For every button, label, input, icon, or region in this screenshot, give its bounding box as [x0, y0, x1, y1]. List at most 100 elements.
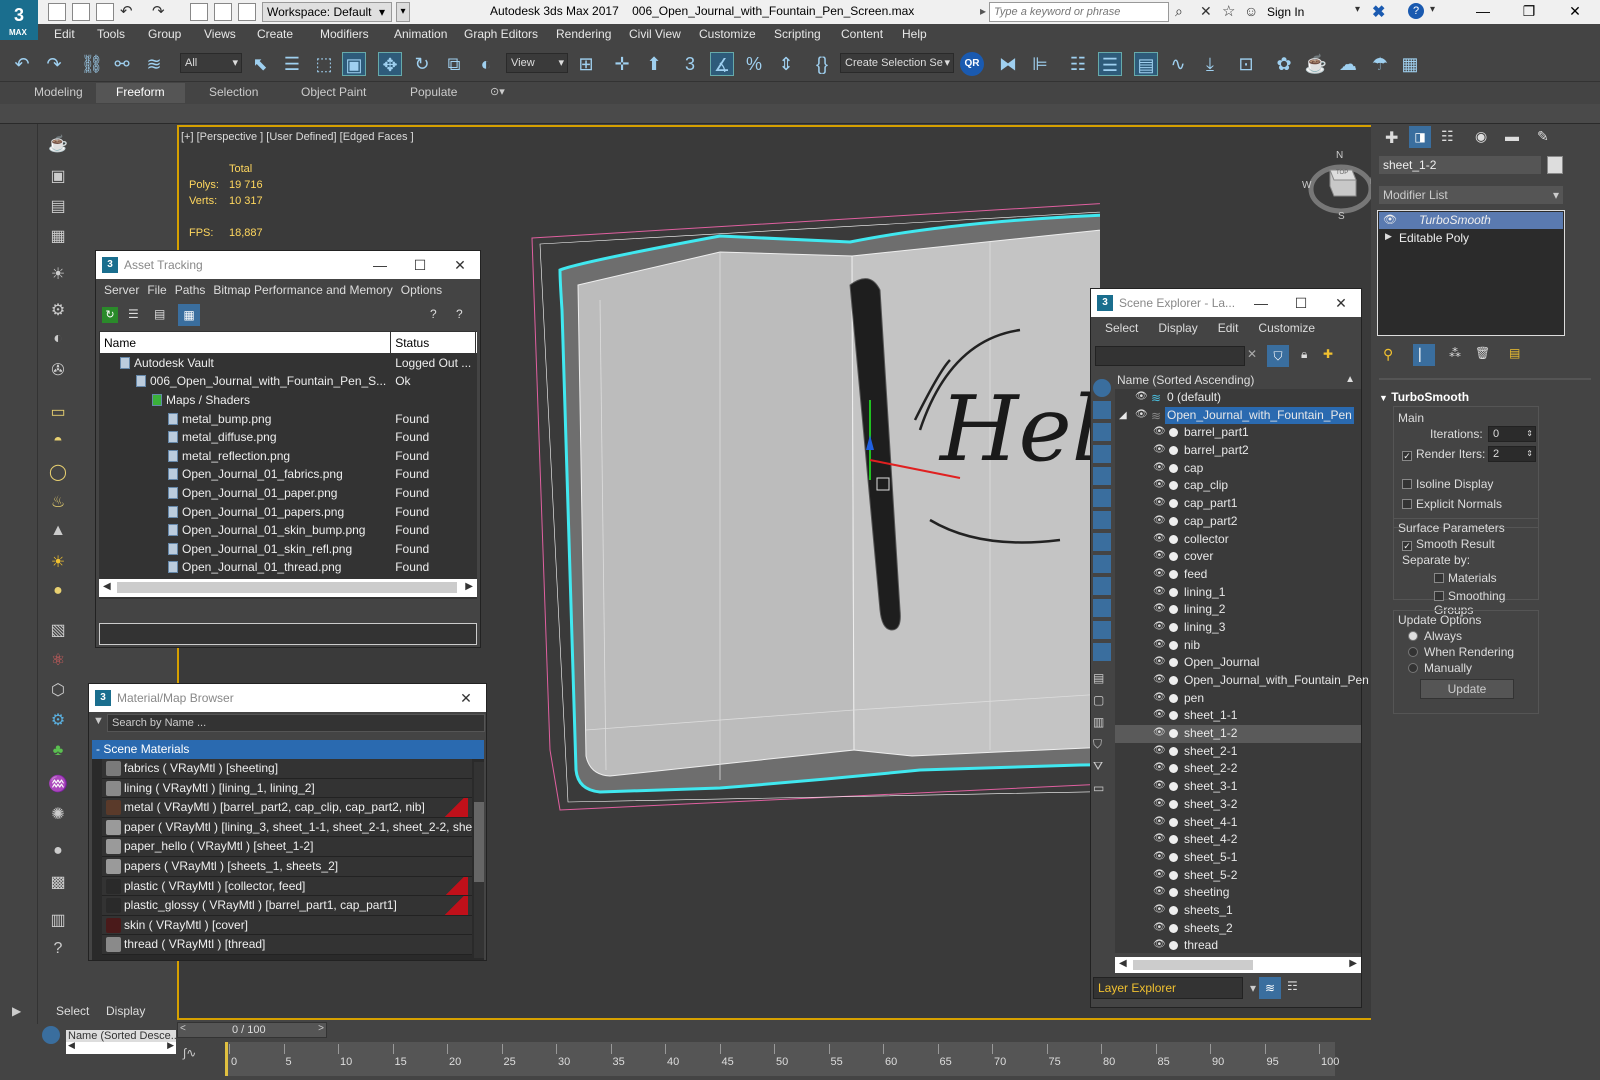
- scene-explorer-titlebar[interactable]: 3 Scene Explorer - La... — ☐ ✕: [1091, 289, 1361, 317]
- doc-icon[interactable]: ▥: [46, 910, 70, 932]
- scene-object-row[interactable]: 👁︎ sheet_4-2: [1115, 831, 1361, 849]
- curve-editor-icon[interactable]: ∫∿: [183, 1046, 196, 1060]
- snaps-toggle-icon[interactable]: 3: [678, 52, 702, 76]
- eye-icon[interactable]: 👁︎: [1153, 480, 1166, 490]
- layer-explorer-icon[interactable]: ☰: [1098, 52, 1122, 76]
- rect-selection-icon[interactable]: ⬚: [312, 52, 336, 76]
- menu-group[interactable]: Group: [148, 27, 181, 41]
- column-status[interactable]: Status: [390, 331, 477, 354]
- filter-toggle-icon[interactable]: ⛉: [1093, 737, 1111, 755]
- bottom-select-menu[interactable]: Select: [56, 1004, 89, 1018]
- quick-render-icon[interactable]: QR: [960, 52, 984, 76]
- create-tab-icon[interactable]: ✚: [1385, 128, 1398, 148]
- hair-icon[interactable]: ♒: [46, 774, 70, 796]
- table-row[interactable]: Open_Journal_01_thread.png Found: [99, 557, 477, 578]
- menu-help[interactable]: Help: [902, 27, 927, 41]
- explicit-normals-checkbox[interactable]: Explicit Normals: [1402, 497, 1502, 511]
- render-iters-checkbox[interactable]: ✓ Render Iters:: [1402, 447, 1485, 461]
- scene-object-row[interactable]: 👁︎ sheet_2-1: [1115, 743, 1361, 761]
- tab-populate[interactable]: Populate: [410, 85, 457, 99]
- bind-space-warp-icon[interactable]: ≋: [142, 52, 166, 76]
- find-input[interactable]: [1095, 346, 1245, 366]
- grid-icon[interactable]: ▩: [46, 872, 70, 894]
- menu-display[interactable]: Display: [1158, 321, 1197, 335]
- undo-icon[interactable]: ↶: [10, 52, 34, 76]
- select-manipulate-icon[interactable]: ✛: [610, 52, 634, 76]
- options-chevron-icon[interactable]: ▼: [93, 715, 104, 727]
- eye-icon[interactable]: 👁︎: [1153, 745, 1166, 756]
- eye-icon[interactable]: 👁︎: [1153, 763, 1166, 773]
- checkbox-checked[interactable]: ✓: [1402, 451, 1412, 461]
- menu-tools[interactable]: Tools: [97, 27, 125, 41]
- select-all-icon[interactable]: ▤: [1093, 671, 1111, 689]
- table-row[interactable]: metal_bump.png Found: [99, 408, 477, 429]
- eye-icon[interactable]: 👁︎: [1153, 940, 1166, 950]
- select-none-icon[interactable]: ▢: [1093, 693, 1111, 711]
- rollout-title[interactable]: ▼ TurboSmooth: [1379, 390, 1469, 404]
- eye-icon[interactable]: 👁︎: [1153, 657, 1166, 667]
- path-field[interactable]: [99, 623, 477, 645]
- filter-groups-icon[interactable]: [1093, 533, 1111, 551]
- material-item[interactable]: paper ( VRayMtl ) [lining_3, sheet_1-1, …: [102, 817, 472, 838]
- tree-header[interactable]: Name (Sorted Ascending) ▲: [1115, 371, 1361, 389]
- ball-icon[interactable]: ●: [46, 582, 70, 604]
- configure-sets-icon[interactable]: ▤: [1509, 346, 1520, 360]
- scroll-right-icon[interactable]: ▶: [167, 1040, 174, 1051]
- sign-in-link[interactable]: Sign In: [1267, 5, 1304, 19]
- material-item[interactable]: fabrics ( VRayMtl ) [sheeting]: [102, 759, 472, 779]
- edit-named-selection-icon[interactable]: {}: [810, 52, 834, 76]
- viewport-label[interactable]: [+] [Perspective ] [User Defined] [Edged…: [181, 131, 414, 143]
- reference-coordinate-dropdown[interactable]: View ▾: [506, 53, 568, 73]
- selection-filter-dropdown[interactable]: All ▾: [180, 53, 242, 73]
- material-editor-icon[interactable]: ✿: [1272, 52, 1296, 76]
- select-object-icon[interactable]: ⬉: [248, 52, 272, 76]
- render-production-icon[interactable]: ☂: [1368, 52, 1392, 76]
- scene-object-row[interactable]: 👁︎ feed: [1115, 566, 1361, 584]
- ribbon-options-icon[interactable]: ⊙▾: [490, 85, 505, 98]
- table-row[interactable]: Open_Journal_01_skin_refl.png Found: [99, 538, 477, 559]
- eye-icon[interactable]: 👁︎: [1153, 692, 1166, 703]
- frame-icon[interactable]: [238, 3, 256, 21]
- hierarchy-icon[interactable]: ☶: [1287, 979, 1298, 993]
- scene-object-row[interactable]: 👁︎ cap_part1: [1115, 495, 1361, 513]
- tab-selection[interactable]: Selection: [209, 85, 258, 99]
- expand-arrow-icon[interactable]: ▶: [1385, 231, 1392, 242]
- pivot-center-icon[interactable]: ⊞: [574, 52, 598, 76]
- menu-civil-view[interactable]: Civil View: [629, 27, 681, 41]
- add-layer-icon[interactable]: ✚: [1323, 347, 1333, 361]
- scroll-left-icon[interactable]: ◀: [1119, 958, 1127, 969]
- help-context-icon[interactable]: ?: [456, 307, 463, 321]
- menu-animation[interactable]: Animation: [394, 27, 447, 41]
- book-model[interactable]: Hell: [520, 190, 1100, 830]
- filter-cameras-icon[interactable]: [1093, 467, 1111, 485]
- circle-icon[interactable]: ◯: [46, 462, 70, 484]
- filter-helpers-icon[interactable]: [1093, 489, 1111, 507]
- expand-arrow-icon[interactable]: ◢: [1119, 407, 1127, 424]
- horizontal-scrollbar[interactable]: ◀ ▶: [1115, 957, 1361, 973]
- layers-icon[interactable]: ≋: [1259, 977, 1281, 999]
- search-input[interactable]: Type a keyword or phrase: [989, 2, 1169, 22]
- angle-snap-icon[interactable]: ∡: [710, 52, 734, 76]
- scene-object-row[interactable]: 👁︎ sheet_3-1: [1115, 778, 1361, 796]
- cloth-icon[interactable]: ▧: [46, 620, 70, 642]
- update-button[interactable]: Update: [1420, 679, 1514, 699]
- filter-lights-icon[interactable]: [1093, 445, 1111, 463]
- scene-materials-group[interactable]: - Scene Materials: [92, 740, 484, 759]
- material-item[interactable]: thread ( VRayMtl ) [thread]: [102, 935, 472, 955]
- display-tab-icon[interactable]: ▬: [1505, 128, 1519, 144]
- exchange-apps-icon[interactable]: ✖: [1372, 2, 1385, 22]
- scene-object-row[interactable]: 👁︎ pen: [1115, 690, 1361, 708]
- asset-tracking-titlebar[interactable]: 3 Asset Tracking — ☐ ✕: [96, 251, 480, 279]
- chevron-down-icon[interactable]: ▾: [1355, 4, 1360, 15]
- scene-object-row[interactable]: 👁︎ sheets_1: [1115, 902, 1361, 920]
- toggle-ribbon-icon[interactable]: ▤: [1134, 52, 1158, 76]
- light-icon[interactable]: ☀: [46, 264, 70, 286]
- curve-editor-icon[interactable]: ∿: [1166, 52, 1190, 76]
- object-name-field[interactable]: sheet_1-2: [1379, 156, 1541, 174]
- material-item[interactable]: plastic ( VRayMtl ) [collector, feed]: [102, 876, 472, 897]
- camera-icon[interactable]: ⚙: [46, 300, 70, 322]
- eye-icon[interactable]: 👁︎: [1153, 586, 1166, 597]
- eye-icon[interactable]: 👁︎: [1153, 445, 1166, 455]
- rotate-icon[interactable]: ↻: [410, 52, 434, 76]
- render-icon[interactable]: ▣: [46, 166, 70, 188]
